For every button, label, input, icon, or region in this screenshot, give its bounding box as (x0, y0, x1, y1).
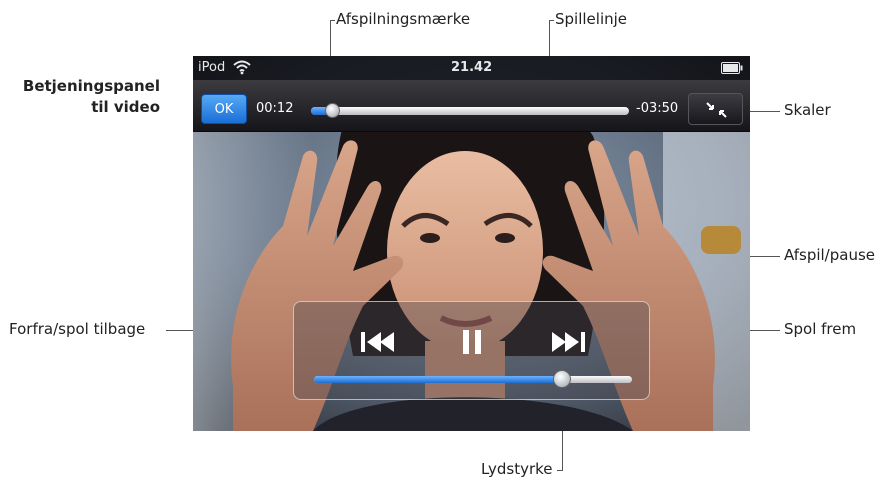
volume-level-fill (314, 376, 563, 383)
callout-volume: Lydstyrke (481, 460, 553, 478)
battery-icon (721, 62, 743, 78)
volume-slider[interactable] (314, 370, 632, 388)
clock-label: 21.42 (451, 60, 493, 75)
shrink-arrows-icon (706, 102, 727, 118)
control-panel (293, 301, 650, 400)
wifi-icon (233, 59, 251, 79)
remaining-time: -03:50 (636, 101, 679, 116)
leader-line-scrubber-tick (549, 20, 554, 21)
callout-scrubber: Spillelinje (555, 10, 628, 28)
next-button[interactable] (544, 322, 592, 362)
previous-track-icon (361, 332, 394, 352)
scale-button[interactable] (688, 93, 743, 125)
callout-previous: Forfra/spol tilbage (9, 320, 146, 338)
panel-heading-line-1: Betjeningspanel (22, 77, 160, 95)
next-track-icon (552, 332, 585, 352)
callout-play-pause: Afspil/pause (784, 246, 875, 264)
status-bar: iPod 21.42 (193, 56, 750, 80)
done-button[interactable]: OK (201, 94, 247, 124)
leader-line-volume-tick (557, 470, 563, 471)
playback-bar: OK 00:12 -03:50 (193, 80, 750, 132)
volume-knob[interactable] (553, 370, 572, 388)
elapsed-time: 00:12 (256, 101, 294, 116)
playhead-knob[interactable] (324, 103, 340, 118)
video-screen[interactable]: iPod 21.42 OK 00:12 -03:50 (193, 56, 750, 431)
carrier-label: iPod (198, 60, 226, 75)
scrubber-track[interactable] (311, 103, 629, 118)
play-pause-button[interactable] (452, 322, 492, 362)
previous-button[interactable] (354, 322, 402, 362)
panel-heading: Betjeningspanel til video (15, 76, 160, 118)
pause-icon (463, 330, 481, 354)
callout-next: Spol frem (784, 320, 857, 338)
callout-playhead: Afspilningsmærke (336, 10, 471, 28)
leader-line-playhead-tick (330, 20, 335, 21)
callout-scale: Skaler (784, 101, 831, 119)
panel-heading-line-2: til video (91, 98, 160, 116)
